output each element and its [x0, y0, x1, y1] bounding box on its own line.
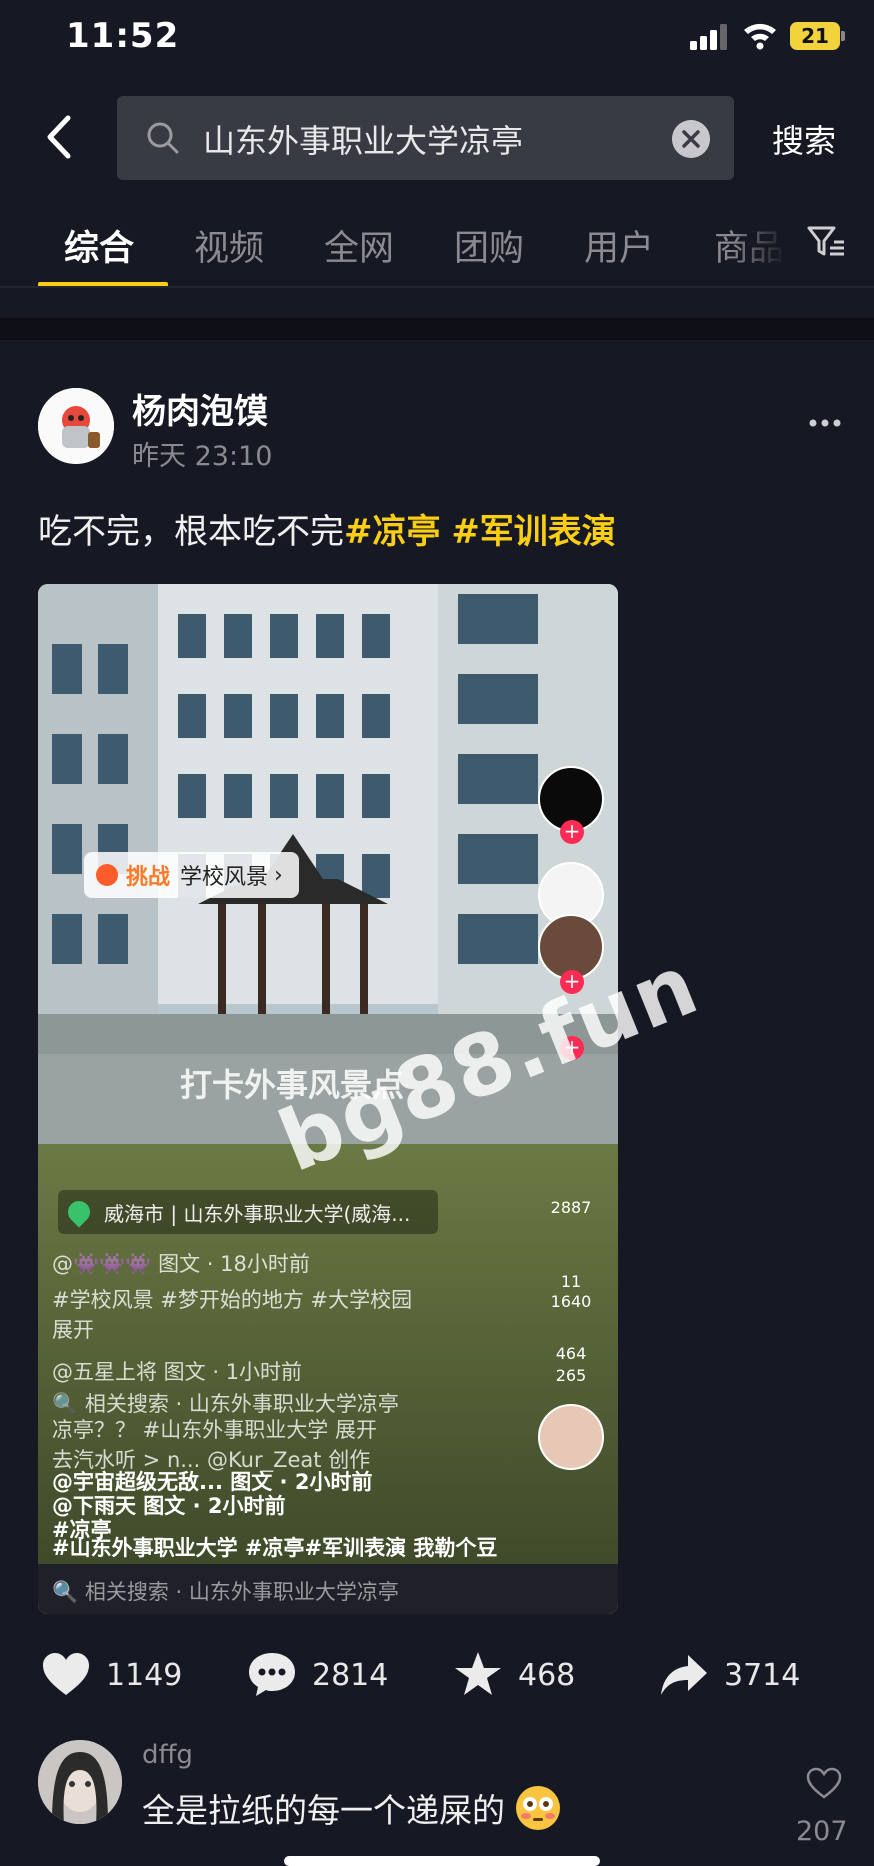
- video-bottom-bar: 🔍 相关搜索 · 山东外事职业大学凉亭: [38, 1564, 618, 1614]
- video-line-11: #山东外事职业大学 #凉亭#军训表演 我勒个豆: [52, 1536, 498, 1560]
- post-caption: 吃不完，根本吃不完#凉亭 #军训表演: [38, 504, 616, 553]
- like-count: 1149: [106, 1657, 183, 1693]
- favorite-button[interactable]: 468: [452, 1640, 575, 1710]
- like-button[interactable]: 1149: [40, 1640, 182, 1710]
- share-arrow-icon: [661, 1655, 707, 1695]
- share-count: 3714: [724, 1657, 801, 1693]
- search-icon: [147, 122, 179, 154]
- cellular-signal-icon: [690, 24, 727, 50]
- post-actions: 1149 2814 468 3714: [0, 1640, 874, 1710]
- rail-count-3: 1640: [550, 1292, 592, 1311]
- search-button[interactable]: 搜索: [772, 116, 836, 162]
- result-tabs: 综合 视频 全网 团购 用户 商品: [0, 208, 874, 288]
- tab-users[interactable]: 用户: [584, 220, 654, 271]
- video-line-4: @五星上将 图文 · 1小时前: [52, 1360, 303, 1384]
- caption-text: 吃不完，根本吃不完: [38, 512, 344, 552]
- top-comment: dffg 全是拉纸的每一个递屎的 207: [0, 1738, 874, 1848]
- rail-count-1: 2887: [550, 1198, 592, 1217]
- clear-search-icon[interactable]: [672, 120, 710, 158]
- hashtag-military-show[interactable]: #军训表演: [451, 512, 616, 552]
- search-query: 山东外事职业大学凉亭: [203, 122, 524, 160]
- comment-text: 全是拉纸的每一个递屎的: [142, 1784, 560, 1832]
- tab-video[interactable]: 视频: [194, 220, 264, 271]
- share-button[interactable]: 3714: [658, 1640, 800, 1710]
- flushed-face-emoji-icon: [515, 1786, 560, 1830]
- video-line-2: #学校风景 #梦开始的地方 #大学校园: [52, 1288, 413, 1312]
- rail-count-5: 265: [555, 1366, 587, 1385]
- star-icon: [455, 1652, 501, 1695]
- post-header: 杨肉泡馍 昨天 23:10: [0, 380, 874, 480]
- comment-icon: [249, 1653, 295, 1696]
- comment-button[interactable]: 2814: [246, 1640, 388, 1710]
- status-time: 11:52: [66, 16, 180, 56]
- heart-icon: [43, 1653, 89, 1695]
- home-indicator: [284, 1856, 600, 1866]
- related-search-line[interactable]: 🔍 相关搜索 · 山东外事职业大学凉亭: [52, 1576, 399, 1606]
- video-line-6: 凉亭？？ #山东外事职业大学 展开: [52, 1418, 377, 1442]
- video-side-rail: + + + 2887 11 1640 464 265: [538, 744, 608, 1564]
- search-header: 山东外事职业大学凉亭 搜索: [0, 90, 874, 182]
- follow-plus-icon[interactable]: +: [560, 820, 584, 844]
- back-arrow-icon[interactable]: [40, 112, 80, 162]
- post-time: 昨天 23:10: [132, 441, 273, 472]
- battery-icon: 21: [790, 22, 846, 50]
- video-location[interactable]: 威海市 | 山东外事职业大学(威海...: [58, 1190, 438, 1234]
- tab-group-buy[interactable]: 团购: [454, 220, 524, 271]
- rail-count-4: 464: [555, 1344, 587, 1363]
- tab-general[interactable]: 综合: [64, 220, 134, 271]
- tab-all-web[interactable]: 全网: [324, 220, 394, 271]
- wifi-icon: [744, 23, 776, 50]
- favorite-count: 468: [518, 1657, 576, 1693]
- music-disc-icon[interactable]: [538, 1404, 604, 1470]
- video-line-1: @👾👾👾 图文 · 18小时前: [52, 1252, 310, 1276]
- comment-like-icon[interactable]: [806, 1766, 842, 1800]
- more-options-icon[interactable]: [808, 418, 842, 428]
- battery-level: 21: [790, 22, 840, 50]
- challenge-tag[interactable]: 挑战 学校风景 ›: [84, 852, 299, 898]
- video-line-3: 展开: [52, 1318, 94, 1342]
- commenter-avatar[interactable]: [38, 1740, 122, 1824]
- hashtag-liangting[interactable]: #凉亭: [344, 512, 441, 552]
- author-avatar[interactable]: [38, 388, 114, 464]
- author-name[interactable]: 杨肉泡馍: [132, 384, 268, 433]
- search-input[interactable]: 山东外事职业大学凉亭: [117, 96, 734, 180]
- commenter-name[interactable]: dffg: [142, 1740, 193, 1770]
- comment-like-count: 207: [796, 1816, 848, 1847]
- filter-icon[interactable]: [806, 222, 846, 262]
- rail-count-2: 11: [560, 1272, 582, 1291]
- status-bar: 11:52 21: [0, 0, 874, 74]
- comment-count: 2814: [312, 1657, 389, 1693]
